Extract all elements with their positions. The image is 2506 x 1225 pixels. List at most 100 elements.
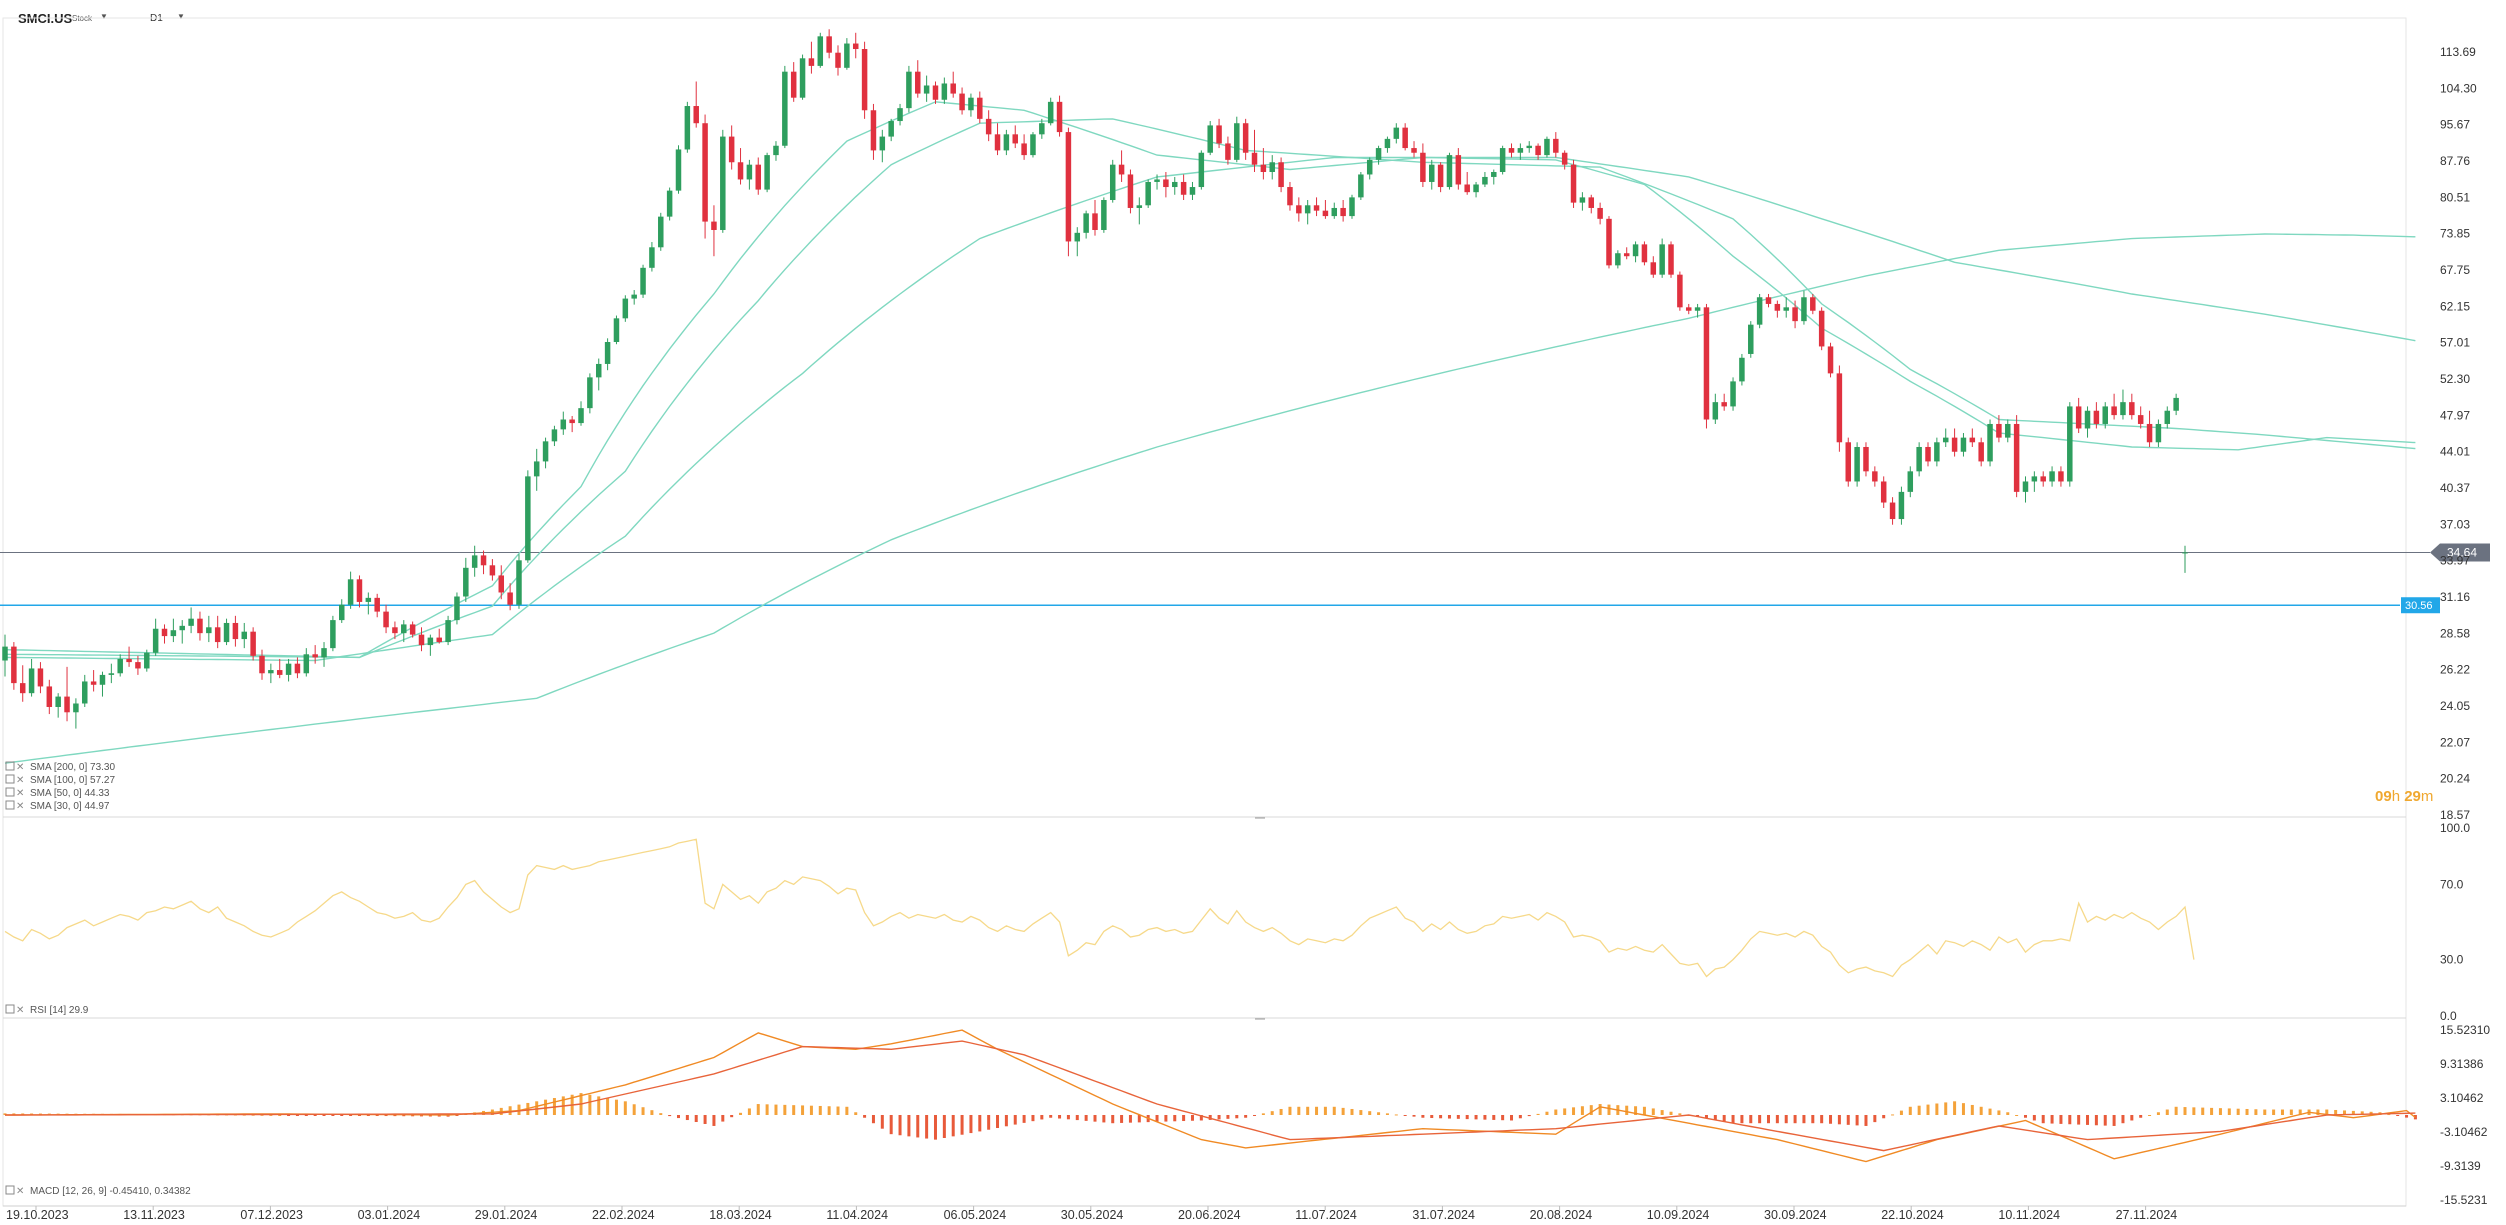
candle-body — [1198, 152, 1205, 188]
price-tick-label: 57.01 — [2440, 336, 2470, 350]
macd-histogram-bar — [676, 1115, 680, 1119]
candle-body — [533, 461, 540, 477]
macd-histogram-bar — [1944, 1102, 1948, 1115]
macd-histogram-bar — [694, 1115, 698, 1123]
chart-settings-icon — [5, 1004, 15, 1014]
candle-body — [90, 681, 97, 685]
macd-histogram-bar — [2156, 1112, 2160, 1115]
macd-histogram-bar — [1607, 1104, 1611, 1115]
macd-histogram-bar — [2210, 1107, 2214, 1115]
candle-body — [1712, 402, 1719, 420]
candle-body — [542, 441, 549, 462]
price-tick-label: 44.01 — [2440, 445, 2470, 459]
macd-histogram-bar — [2218, 1108, 2222, 1115]
macd-histogram-bar — [739, 1112, 743, 1115]
candle-body — [852, 43, 859, 50]
price-tick-label: 20.24 — [2440, 772, 2470, 786]
candle-body — [773, 145, 779, 156]
candle-body — [2164, 410, 2171, 424]
candle-body — [117, 658, 123, 674]
close-icon: ✕ — [16, 775, 24, 786]
candle-body — [1685, 307, 1692, 311]
chart-settings-icon — [5, 1185, 15, 1195]
candle-body — [1047, 101, 1054, 124]
macd-histogram-bar — [1563, 1108, 1567, 1115]
macd-histogram-bar — [1137, 1115, 1141, 1123]
candle-body — [1880, 481, 1887, 503]
candle-body — [631, 294, 637, 299]
macd-histogram-bar — [792, 1105, 796, 1115]
countdown-h: h — [2391, 788, 2401, 805]
close-icon: ✕ — [16, 801, 24, 812]
horizontal-level-label: 30.56 — [2405, 600, 2433, 612]
bar-countdown: 09h 29m — [2375, 788, 2433, 805]
macd-histogram-bar — [2396, 1115, 2400, 1116]
macd-histogram-bar — [2130, 1115, 2134, 1121]
candle-body — [587, 377, 593, 409]
candle-body — [1384, 138, 1391, 149]
macd-histogram-bar — [827, 1106, 831, 1115]
candle-body — [1889, 502, 1896, 520]
macd-histogram-bar — [1270, 1111, 1274, 1115]
macd-histogram-bar — [1598, 1104, 1602, 1115]
sma-legend-item: SMA [30, 0] 44.97 — [30, 801, 110, 812]
macd-histogram-bar — [1970, 1104, 1974, 1115]
candle-body — [1739, 357, 1745, 382]
candle-body — [197, 618, 203, 634]
macd-histogram-bar — [1483, 1115, 1487, 1120]
candle-body — [1065, 132, 1072, 242]
sma-200-line — [4, 233, 2416, 764]
close-icon: ✕ — [16, 1186, 24, 1197]
candle-body — [401, 624, 407, 634]
candle-body — [427, 637, 434, 646]
macd-histogram-bar — [1864, 1115, 1868, 1126]
candle-body — [294, 663, 301, 674]
rsi-tick-label: 30.0 — [2440, 953, 2464, 967]
candle-body — [64, 696, 70, 713]
candle-body — [968, 97, 974, 111]
macd-histogram-bar — [614, 1099, 618, 1115]
macd-histogram-bar — [951, 1115, 955, 1137]
macd-histogram-bar — [765, 1104, 769, 1115]
macd-histogram-bar — [1740, 1115, 1744, 1124]
candle-body — [232, 622, 239, 640]
candle-body — [1730, 381, 1736, 407]
candle-body — [268, 670, 274, 674]
candle-body — [276, 670, 283, 675]
macd-histogram-bar — [2263, 1109, 2267, 1115]
candle-body — [640, 267, 646, 295]
macd-histogram-bar — [2086, 1115, 2090, 1125]
candle-body — [2093, 410, 2100, 424]
candle-body — [2031, 476, 2038, 482]
candle-body — [454, 596, 460, 621]
candle-body — [2, 646, 8, 661]
macd-histogram-bar — [756, 1104, 760, 1115]
sma-legend-item: SMA [50, 0] 44.33 — [30, 788, 110, 799]
candle-body — [347, 579, 354, 605]
chart-canvas[interactable]: 30.5634.64 113.69 104.30 95.67 87.76 80.51 73… — [0, 0, 2506, 1225]
candle-body — [755, 164, 761, 190]
candle-body — [1393, 127, 1400, 139]
macd-histogram-bar — [1642, 1106, 1646, 1115]
candle-body — [1978, 442, 1984, 462]
candle-body — [37, 668, 44, 687]
macd-histogram-bar — [1802, 1115, 1806, 1124]
macd-histogram-bar — [641, 1107, 645, 1115]
candle-body — [1748, 324, 1754, 354]
macd-histogram-bar — [331, 1115, 335, 1116]
price-tick-label: 24.05 — [2440, 699, 2470, 713]
candle-body — [19, 683, 26, 694]
candle-body — [55, 696, 61, 707]
close-icon: ✕ — [16, 762, 24, 773]
candle-body — [1331, 207, 1338, 217]
macd-histogram-bar — [987, 1115, 991, 1130]
candle-body — [250, 631, 256, 656]
candle-body — [330, 620, 336, 649]
candle-body — [1056, 101, 1063, 133]
candle-body — [1668, 244, 1674, 275]
candle-body — [2173, 397, 2179, 411]
candle-body — [1641, 244, 1648, 263]
candle-body — [1969, 437, 1976, 443]
date-tick-label: 19.10.2023 — [6, 1208, 69, 1222]
macd-histogram-bar — [650, 1110, 654, 1115]
